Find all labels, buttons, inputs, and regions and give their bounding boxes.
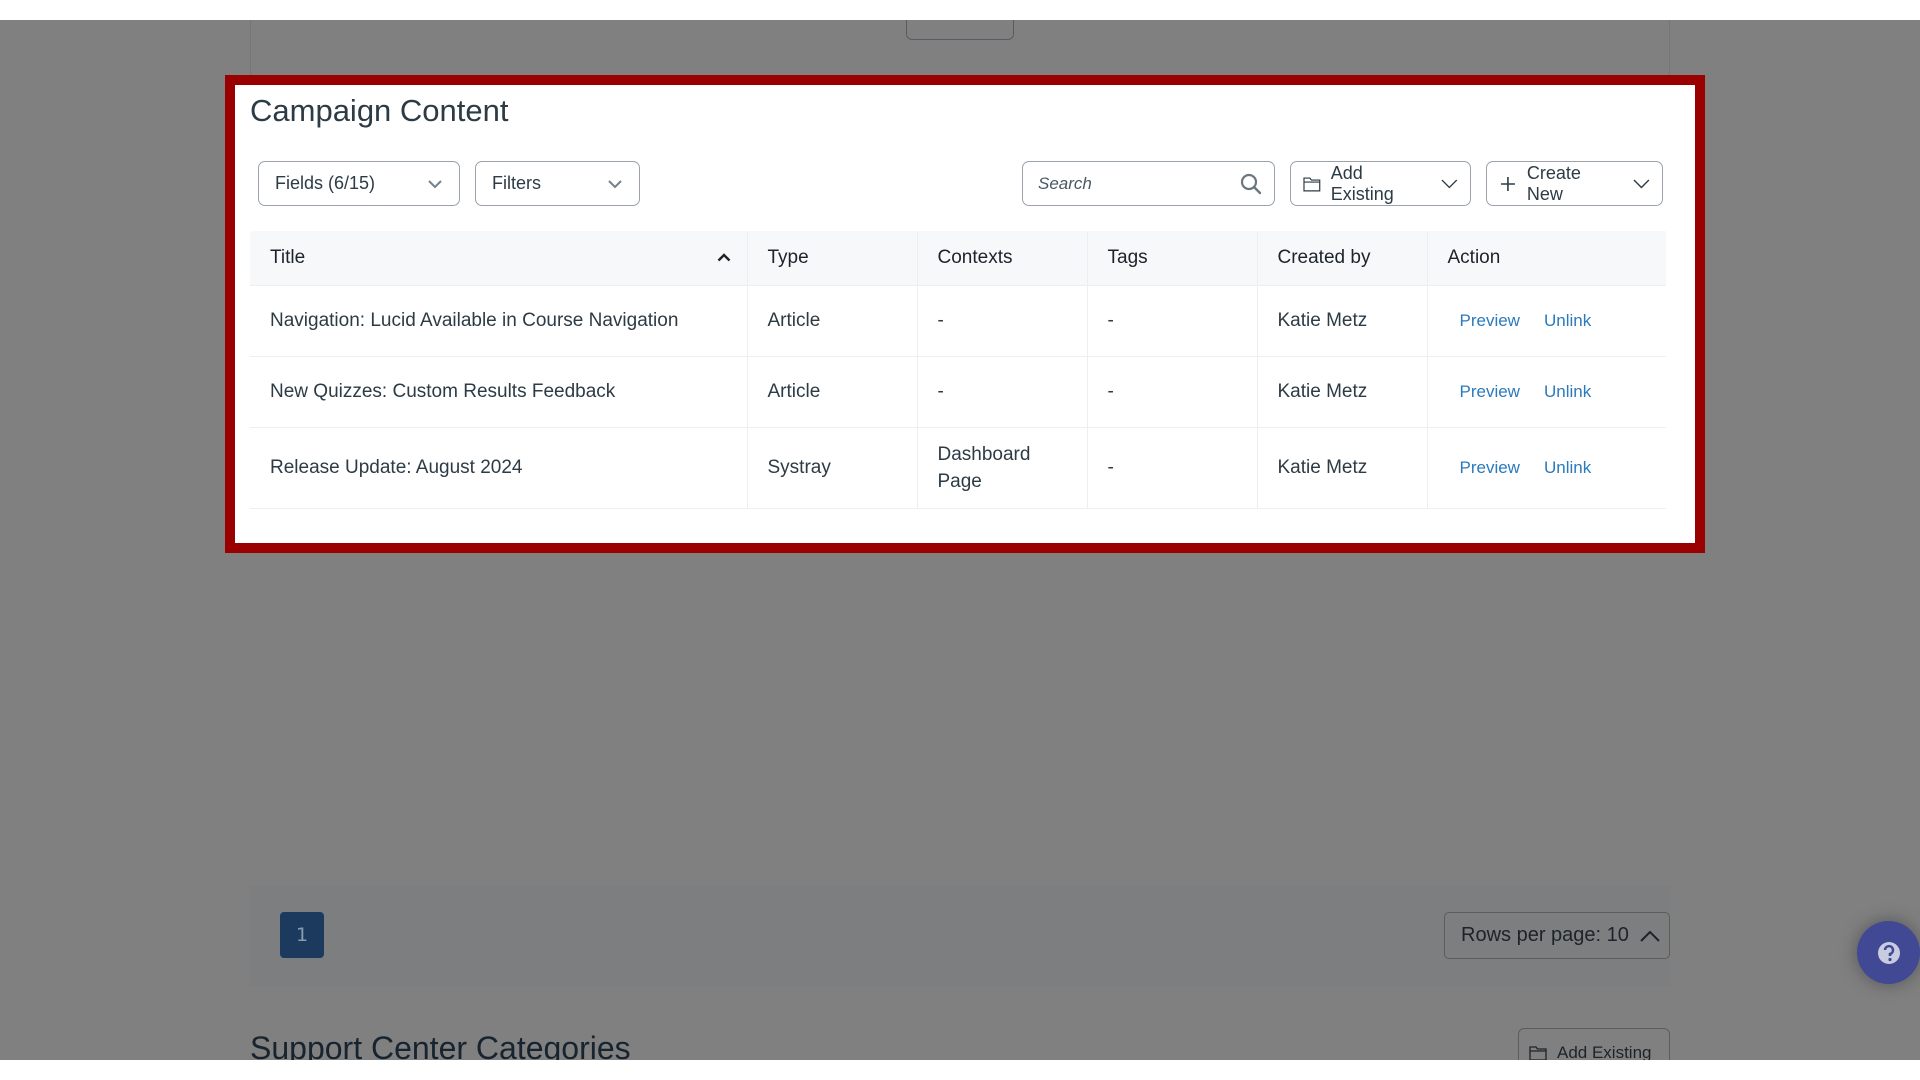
cell-created-by: Katie Metz [1257,426,1428,509]
filters-select[interactable]: Filters [475,161,640,206]
rows-per-page-select[interactable]: Rows per page: 10 [1444,912,1670,959]
previous-section-button[interactable] [906,20,1014,40]
cell-actions: Preview Unlink [1427,355,1666,427]
bottom-strip [0,1060,1920,1080]
add-existing-button[interactable]: Add Existing [1290,161,1471,206]
fields-select-label: Fields (6/15) [275,173,376,193]
cell-tags: - [1087,426,1258,509]
fields-select[interactable]: Fields (6/15) [258,161,460,206]
unlink-link[interactable]: Unlink [1544,454,1591,481]
table-header-row: Title Type Contexts Tags Created by Acti… [250,231,1666,285]
preview-link[interactable]: Preview [1460,378,1520,405]
page-button-current[interactable]: 1 [280,912,324,958]
column-header-contexts[interactable]: Contexts [917,231,1088,285]
table-row: Release Update: August 2024 Systray Dash… [250,426,1666,509]
search-icon[interactable] [1240,173,1262,195]
chevron-down-icon [1441,179,1458,188]
cell-tags: - [1087,284,1258,356]
support-center-add-existing-label: Add Existing [1557,1043,1652,1060]
cell-contexts: - [917,284,1088,356]
chevron-down-icon [428,179,442,188]
cell-contexts: Dashboard Page [917,426,1088,509]
column-header-action: Action [1427,231,1666,285]
campaign-content-heading: Campaign Content [250,93,509,128]
create-new-label: Create New [1526,162,1581,204]
column-header-type[interactable]: Type [747,231,918,285]
table-row: New Quizzes: Custom Results Feedback Art… [250,355,1666,427]
rows-per-page-label: Rows per page: 10 [1461,924,1629,946]
cell-contexts: - [917,355,1088,427]
search-field[interactable] [1022,161,1275,206]
column-header-created-by[interactable]: Created by [1257,231,1428,285]
chevron-down-icon [1633,179,1650,188]
cell-title: Release Update: August 2024 [250,426,748,509]
campaign-content-panel: Campaign Content Fields (6/15) Filters A… [235,85,1695,543]
folder-icon [1529,1046,1547,1060]
folder-icon [1303,177,1321,191]
cell-type: Article [747,284,918,356]
cell-title: New Quizzes: Custom Results Feedback [250,355,748,427]
support-center-categories-heading: Support Center Categories [250,1030,631,1060]
preview-link[interactable]: Preview [1460,307,1520,334]
column-header-title[interactable]: Title [250,231,748,285]
cell-title: Navigation: Lucid Available in Course Na… [250,284,748,356]
column-header-tags[interactable]: Tags [1087,231,1258,285]
create-new-button[interactable]: Create New [1486,161,1663,206]
cell-actions: Preview Unlink [1427,426,1666,509]
top-strip [0,0,1920,20]
help-question-icon [1877,941,1900,964]
chevron-up-icon [1640,930,1660,942]
table-row: Navigation: Lucid Available in Course Na… [250,284,1666,356]
search-input[interactable] [1038,173,1218,194]
cell-type: Article [747,355,918,427]
cell-type: Systray [747,426,918,509]
filters-select-label: Filters [492,173,541,193]
support-center-add-existing-button[interactable]: Add Existing [1518,1028,1670,1060]
plus-icon [1500,176,1515,191]
add-existing-label: Add Existing [1330,162,1394,204]
column-header-title-label: Title [270,246,306,268]
cell-actions: Preview Unlink [1427,284,1666,356]
help-button[interactable] [1857,921,1920,984]
cell-created-by: Katie Metz [1257,355,1428,427]
campaign-content-table: Title Type Contexts Tags Created by Acti… [250,231,1666,509]
chevron-down-icon [608,179,622,188]
cell-tags: - [1087,355,1258,427]
sort-ascending-icon[interactable] [717,253,731,262]
unlink-link[interactable]: Unlink [1544,378,1591,405]
cell-created-by: Katie Metz [1257,284,1428,356]
preview-link[interactable]: Preview [1460,454,1520,481]
unlink-link[interactable]: Unlink [1544,307,1591,334]
